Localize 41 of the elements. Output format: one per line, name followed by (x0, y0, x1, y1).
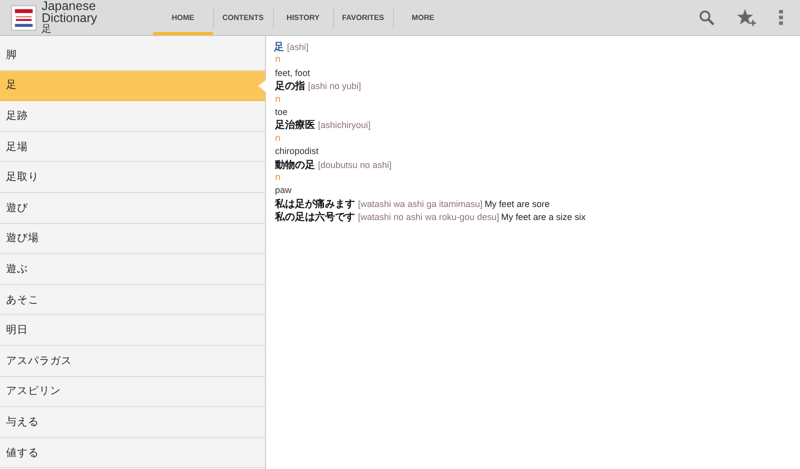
word-list-item[interactable]: 値する (0, 438, 265, 468)
phrase: 私の足は六号です (275, 212, 355, 224)
definition: paw (275, 185, 292, 196)
word-list-item[interactable]: あそこ (0, 284, 265, 316)
translation: My feet are a size six (501, 212, 586, 222)
phrase: 足の指 (275, 81, 305, 92)
reading: [ashichiryoui] (318, 120, 371, 130)
phrase: 動物の足 (275, 160, 315, 171)
word-list-item[interactable]: アスピリン (0, 376, 265, 408)
word-list-item[interactable]: アスパラガス (0, 346, 265, 377)
headword: 足 (274, 42, 284, 53)
part-of-speech: n (275, 173, 281, 184)
word-list-item[interactable]: 足場 (0, 132, 265, 162)
phrase: 足治療医 (275, 120, 315, 132)
word-list-item[interactable]: 足取り (0, 162, 265, 193)
definition: toe (275, 107, 288, 118)
reading: [watashi wa ashi ga itamimasu] (358, 198, 483, 209)
word-list-item[interactable]: 与える (0, 407, 265, 438)
part-of-speech: n (275, 134, 281, 144)
logo-icon (11, 4, 37, 30)
overflow-menu-icon[interactable] (779, 10, 783, 25)
part-of-speech: n (275, 94, 281, 105)
word-list-item[interactable]: 足 (0, 70, 265, 102)
word-list-item[interactable]: 遊ぶ (0, 254, 265, 285)
add-favorite-icon[interactable] (737, 8, 757, 26)
reading: [doubutsu no ashi] (318, 160, 392, 170)
search-icon[interactable] (699, 10, 715, 26)
word-list-item[interactable]: 足跡 (0, 101, 265, 132)
reading: [ashi no yubi] (308, 81, 362, 92)
reading: [ashi] (287, 42, 309, 52)
part-of-speech: n (275, 55, 281, 66)
definition: chiropodist (275, 146, 319, 156)
definition: feet, foot (275, 68, 310, 78)
translation: My feet are sore (484, 198, 550, 209)
app-subtitle: 足 (42, 24, 52, 36)
word-list-item[interactable]: 明日 (0, 315, 265, 346)
word-list-item[interactable]: 遊び (0, 192, 265, 224)
app-title: Japanese Dictionary (42, 0, 98, 24)
phrase: 私は足が痛みます (275, 198, 355, 210)
word-list-item[interactable]: 遊び場 (0, 224, 265, 254)
reading: [watashi no ashi wa roku-gou desu] (358, 212, 500, 222)
